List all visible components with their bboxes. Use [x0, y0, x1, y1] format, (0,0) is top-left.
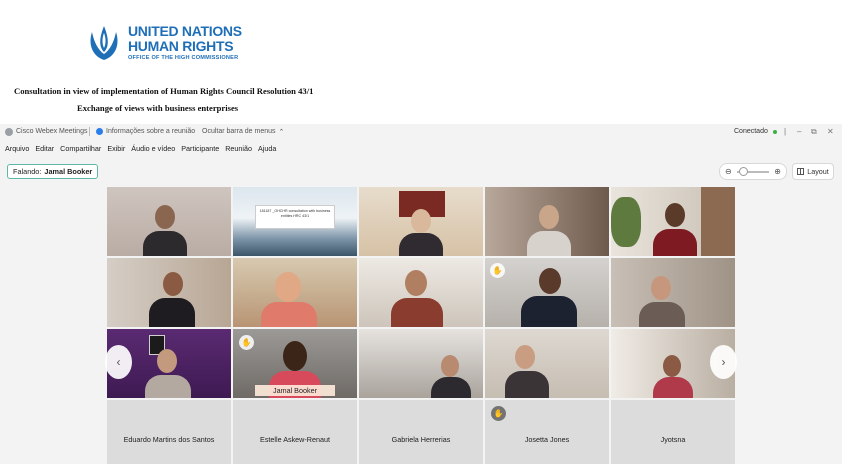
participant-name: Josetta Jones	[524, 434, 570, 444]
menu-ajuda[interactable]: Ajuda	[258, 144, 276, 153]
participant-name: Jyotsna	[660, 434, 686, 444]
menu-reuniao[interactable]: Reunião	[225, 144, 252, 153]
logo-line-office: OFFICE OF THE HIGH COMMISSIONER	[128, 55, 239, 62]
menu-arquivo[interactable]: Arquivo	[5, 144, 29, 153]
menu-bar: Arquivo Editar Compartilhar Exibir Áudio…	[0, 141, 277, 155]
video-tile[interactable]	[359, 187, 483, 256]
menu-editar[interactable]: Editar	[35, 144, 54, 153]
meeting-info-label: Informações sobre a reunião	[106, 128, 196, 135]
chevron-up-icon: ⌃	[278, 128, 285, 136]
title-divider-2: |	[784, 127, 787, 136]
menu-exibir[interactable]: Exibir	[107, 144, 125, 153]
speaking-name: Jamal Booker	[44, 167, 93, 176]
document-title: Consultation in view of implementation o…	[14, 86, 314, 96]
participant-name: Estelle Askew-Renaut	[260, 434, 330, 444]
un-human-rights-logo: UNITED NATIONS HUMAN RIGHTS OFFICE OF TH…	[84, 20, 242, 66]
layout-label: Layout	[807, 167, 829, 176]
webex-window: Cisco Webex Meetings Informações sobre a…	[0, 124, 842, 464]
connection-status: Conectado	[734, 124, 777, 139]
layout-grid-icon	[797, 168, 805, 175]
menu-audio-video[interactable]: Áudio e vídeo	[131, 144, 175, 153]
video-tile[interactable]	[107, 187, 231, 256]
menu-compartilhar[interactable]: Compartilhar	[60, 144, 101, 153]
connection-status-label: Conectado	[734, 128, 768, 135]
zoom-slider-knob[interactable]	[739, 166, 748, 176]
hide-menu-bar-button[interactable]: Ocultar barra de menus ⌃	[202, 124, 284, 139]
participant-tile-name-only[interactable]: Jyotsna	[611, 400, 735, 464]
title-bar: Cisco Webex Meetings Informações sobre a…	[0, 124, 842, 139]
hide-menu-label: Ocultar barra de menus	[202, 128, 276, 135]
logo-line-human-rights: HUMAN RIGHTS	[128, 38, 234, 55]
video-tile[interactable]	[359, 258, 483, 327]
raised-hand-icon: ✋	[239, 335, 254, 350]
logo-line-united-nations: UNITED NATIONS	[128, 23, 242, 40]
zoom-in-icon[interactable]: ⊕	[774, 167, 781, 176]
video-tile[interactable]	[611, 187, 735, 256]
raised-hand-icon: ✋	[490, 263, 505, 278]
status-dot-icon	[772, 129, 777, 134]
chevron-right-icon: ›	[721, 355, 726, 369]
restore-button[interactable]: ⧉	[811, 124, 817, 139]
meeting-info-button[interactable]: Informações sobre a reunião	[96, 124, 195, 139]
video-tile[interactable]	[485, 329, 609, 398]
shared-screen-tile[interactable]: 181187 _OHCHR consultation with business…	[233, 187, 357, 256]
zoom-slider[interactable]	[737, 166, 769, 176]
title-divider	[89, 127, 90, 136]
document-subtitle: Exchange of views with business enterpri…	[77, 103, 239, 113]
participant-name: Eduardo Martins dos Santos	[123, 434, 215, 444]
chevron-left-icon: ‹	[116, 355, 121, 369]
video-tile[interactable]	[107, 258, 231, 327]
participant-tile-name-only[interactable]: Estelle Askew-Renaut	[233, 400, 357, 464]
participant-tile-name-only[interactable]: ✋ Josetta Jones	[485, 400, 609, 464]
video-tile[interactable]	[485, 187, 609, 256]
minimize-button[interactable]: –	[797, 124, 801, 139]
participant-name: Gabriela Herrerias	[391, 434, 451, 444]
webex-logo-icon	[5, 127, 13, 136]
video-tile[interactable]	[233, 258, 357, 327]
raised-hand-icon: ✋	[491, 406, 506, 421]
next-page-button[interactable]: ›	[710, 345, 737, 379]
app-name: Cisco Webex Meetings	[16, 128, 88, 135]
active-speaker-indicator: Falando: Jamal Booker	[7, 164, 99, 179]
zoom-control: ⊖ ⊕	[719, 163, 787, 180]
participant-name-tag: Jamal Booker	[255, 385, 335, 396]
laurel-flame-icon	[90, 26, 118, 60]
close-button[interactable]: ✕	[827, 124, 834, 139]
previous-page-button[interactable]: ‹	[105, 345, 132, 379]
participant-tile-name-only[interactable]: Eduardo Martins dos Santos	[107, 400, 231, 464]
video-tile-active-speaker[interactable]: ✋ Jamal Booker	[233, 329, 357, 398]
app-title: Cisco Webex Meetings	[5, 124, 87, 139]
shared-document: 181187 _OHCHR consultation with business…	[255, 205, 335, 229]
menu-participante[interactable]: Participante	[181, 144, 219, 153]
zoom-out-icon[interactable]: ⊖	[725, 167, 732, 176]
video-tile[interactable]	[611, 258, 735, 327]
participant-tile-name-only[interactable]: Gabriela Herrerias	[359, 400, 483, 464]
layout-button[interactable]: Layout	[792, 163, 834, 180]
info-icon	[96, 128, 103, 135]
video-tile[interactable]: ✋	[485, 258, 609, 327]
speaking-label: Falando:	[13, 167, 42, 176]
video-tile[interactable]	[359, 329, 483, 398]
